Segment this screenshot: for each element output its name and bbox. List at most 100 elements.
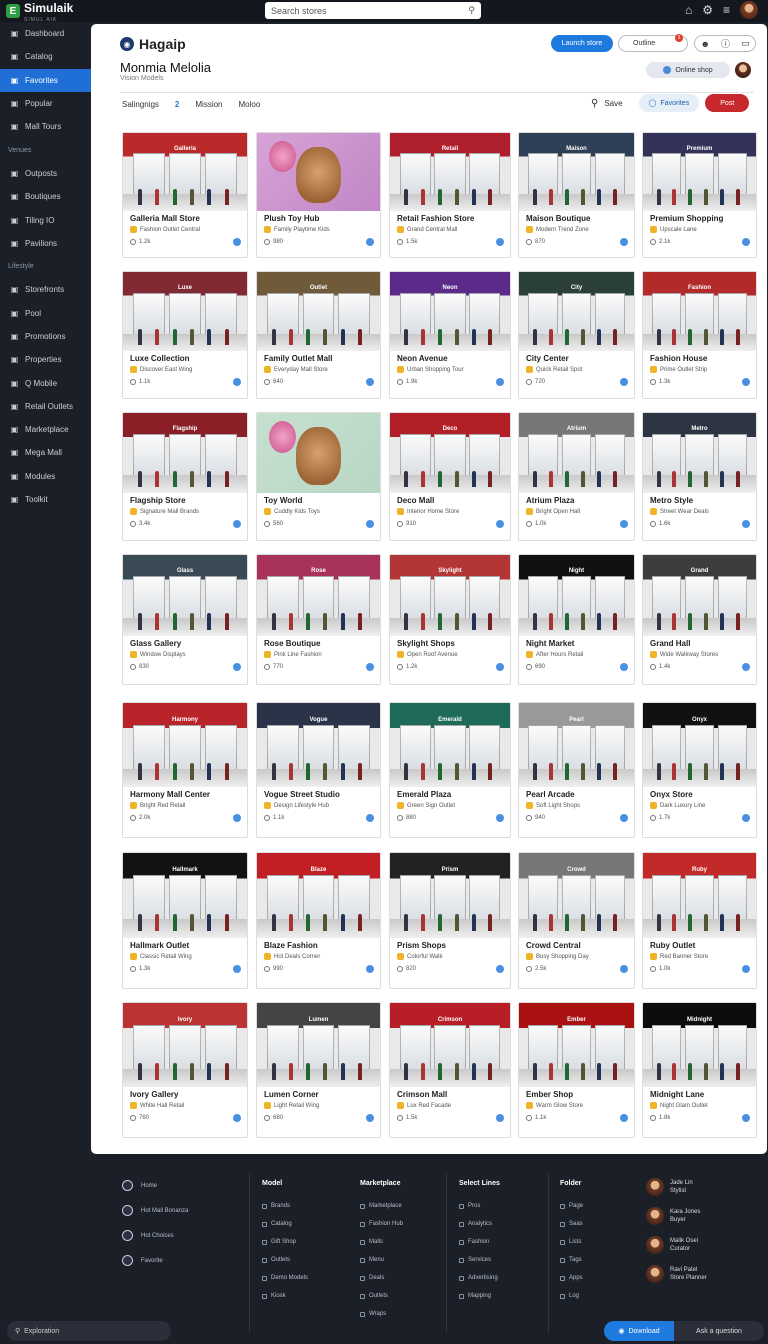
favorite-icon[interactable] [366,1114,374,1122]
store-card[interactable]: Plush Toy Hub Family Playtime Kids 980 [256,132,381,258]
sidebar-item-storefronts[interactable]: ▣ Storefronts [0,278,91,301]
footer-link[interactable]: Catalog [262,1215,308,1233]
footer-link[interactable]: Gift Shop [262,1233,308,1251]
footer-search-input[interactable]: ⚲ Exploration [7,1321,171,1341]
window-icon[interactable]: ▭ [741,38,750,49]
top-search-input[interactable]: Search stores ⚲ [265,2,481,19]
user-avatar[interactable] [740,1,758,19]
footer-link[interactable]: Fashion Hub [360,1215,403,1233]
favorite-icon[interactable] [233,663,241,671]
favorite-icon[interactable] [366,378,374,386]
footer-quicklink[interactable]: Favorite [122,1248,188,1273]
store-card[interactable]: Night Night Market After Hours Retail 690 [518,554,635,685]
store-card[interactable]: Lumen Lumen Corner Light Retail Wing 680 [256,1002,381,1138]
footer-link[interactable]: Wraps [360,1305,403,1323]
footer-link[interactable]: Saas [560,1215,583,1233]
favorite-icon[interactable] [496,814,504,822]
brand[interactable]: ◉ Hagaip [120,36,186,52]
tab-label-2[interactable]: Mission [195,100,222,109]
favorite-icon[interactable] [620,378,628,386]
favorite-icon[interactable] [742,378,750,386]
sidebar-item-tiling-io[interactable]: ▣ Tiling IO [0,208,91,231]
sidebar-item-pavilions[interactable]: ▣ Pavilions [0,232,91,255]
sidebar-item-popular[interactable]: ▣ Popular [0,92,91,115]
filters-icon[interactable]: ≡ [723,3,730,17]
favorite-icon[interactable] [742,965,750,973]
tab-label-1[interactable]: Salingnigs [122,100,159,109]
footer-person[interactable]: Jade Lin Stylist [646,1172,707,1201]
store-card[interactable]: Crowd Crowd Central Busy Shopping Day 2.5k [518,852,635,989]
settings-icon[interactable]: ⚙ [702,3,713,17]
profile-icon[interactable]: ☻ [700,39,709,49]
footer-link[interactable]: Pros [459,1197,500,1215]
favorite-icon[interactable] [742,1114,750,1122]
favorite-icon[interactable] [366,814,374,822]
store-card[interactable]: Luxe Luxe Collection Discover East Wing 1.1… [122,271,248,399]
footer-link[interactable]: Apps [560,1269,583,1287]
footer-link[interactable]: Kiosk [262,1287,308,1305]
sidebar-item-marketplace[interactable]: ▣ Marketplace [0,418,91,441]
store-card[interactable]: Emerald Emerald Plaza Green Sign Outlet 880 [389,702,511,838]
header-avatar[interactable] [735,62,751,78]
store-card[interactable]: Atrium Atrium Plaza Bright Open Hall 1.0k [518,412,635,541]
footer-link[interactable]: Marketplace [360,1197,403,1215]
footer-link[interactable]: Outlets [262,1251,308,1269]
ask-button[interactable]: Ask a question [674,1321,764,1341]
favorite-icon[interactable] [233,378,241,386]
sidebar-item-dashboard[interactable]: ▣ Dashboard [0,22,91,45]
store-card[interactable]: Prism Prism Shops Colorful Walk 820 [389,852,511,989]
favorite-icon[interactable] [742,814,750,822]
tab-label-3[interactable]: Moloo [239,100,261,109]
sidebar-item-properties[interactable]: ▣ Properties [0,348,91,371]
store-card[interactable]: Harmony Harmony Mall Center Bright Red Ret… [122,702,248,838]
favorite-icon[interactable] [742,238,750,246]
favorite-icon[interactable] [742,663,750,671]
footer-link[interactable]: Advertising [459,1269,500,1287]
store-card[interactable]: Grand Grand Hall Wide Walkway Stores 1.4k [642,554,757,685]
store-card[interactable]: Toy World Cuddly Kids Toys 560 [256,412,381,541]
store-card[interactable]: Pearl Pearl Arcade Soft Light Shops 940 [518,702,635,838]
favorite-icon[interactable] [620,1114,628,1122]
favorite-icon[interactable] [233,1114,241,1122]
footer-link[interactable]: Log [560,1287,583,1305]
store-card[interactable]: Hallmark Hallmark Outlet Classic Retail Wi… [122,852,248,989]
store-card[interactable]: Ember Ember Shop Warm Glow Store 1.1k [518,1002,635,1138]
footer-quicklink[interactable]: Home [122,1173,188,1198]
footer-person[interactable]: Malik Osei Curator [646,1230,707,1259]
footer-person[interactable]: Kara Jones Buyer [646,1201,707,1230]
favorite-icon[interactable] [620,663,628,671]
footer-link[interactable]: Tags [560,1251,583,1269]
store-card[interactable]: Neon Neon Avenue Urban Shopping Tour 1.9k [389,271,511,399]
store-card[interactable]: Deco Deco Mall Interior Home Store 910 [389,412,511,541]
favorite-icon[interactable] [366,520,374,528]
footer-link[interactable]: Menu [360,1251,403,1269]
favorite-icon[interactable] [496,663,504,671]
favorite-icon[interactable] [233,814,241,822]
footer-link[interactable]: Malls [360,1233,403,1251]
store-card[interactable]: Flagship Flagship Store Signature Mall Bra… [122,412,248,541]
store-card[interactable]: Crimson Crimson Mall Lux Red Facade 1.5k [389,1002,511,1138]
favorite-icon[interactable] [366,238,374,246]
footer-link[interactable]: Outlets [360,1287,403,1305]
sidebar-item-pool[interactable]: ▣ Pool [0,302,91,325]
toolbar-save[interactable]: Save [604,99,622,108]
favorite-icon[interactable] [496,1114,504,1122]
footer-link[interactable]: Services [459,1251,500,1269]
info-icon[interactable]: ⓘ [721,37,730,50]
footer-link[interactable]: Brands [262,1197,308,1215]
store-card[interactable]: Ruby Ruby Outlet Red Banner Store 1.0k [642,852,757,989]
favorite-icon[interactable] [620,238,628,246]
footer-link[interactable]: Deals [360,1269,403,1287]
search-icon[interactable]: ⚲ [468,5,475,16]
favorite-icon[interactable] [496,238,504,246]
sidebar-item-outposts[interactable]: ▣ Outposts [0,162,91,185]
store-card[interactable]: City City Center Quick Retail Spot 720 [518,271,635,399]
favorite-icon[interactable] [366,663,374,671]
store-card[interactable]: Maison Maison Boutique Modern Trend Zone 87… [518,132,635,258]
launch-button[interactable]: Launch store [551,35,613,52]
store-card[interactable]: Retail Retail Fashion Store Grand Central … [389,132,511,258]
favorite-icon[interactable] [742,520,750,528]
favorite-icon[interactable] [620,520,628,528]
app-logo[interactable]: E Simulaik SIMUL AIK [6,0,73,23]
sidebar-item-modules[interactable]: ▣ Modules [0,465,91,488]
